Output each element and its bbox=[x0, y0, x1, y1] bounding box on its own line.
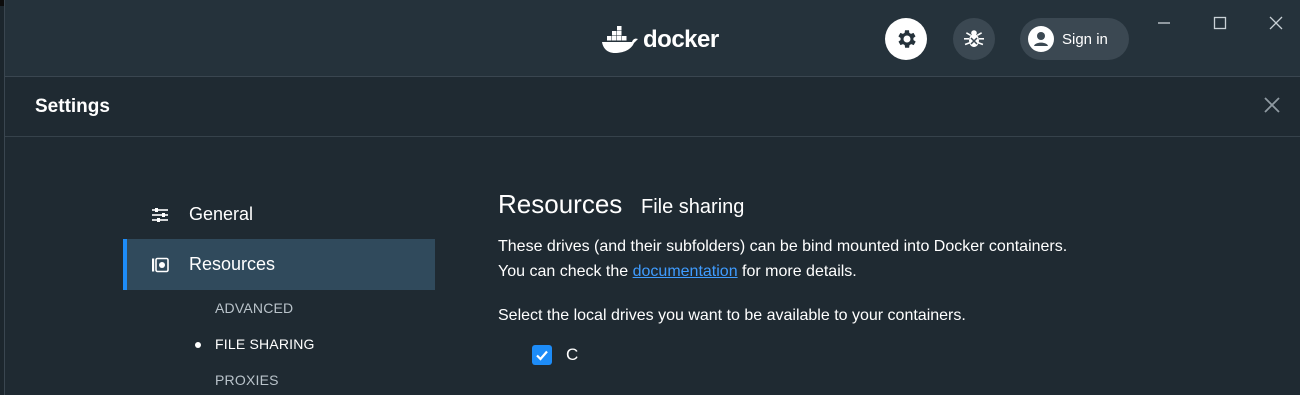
sliders-icon bbox=[152, 207, 168, 222]
drive-option-c: C bbox=[532, 345, 578, 365]
settings-close-button[interactable] bbox=[1261, 94, 1283, 116]
gear-icon bbox=[898, 30, 916, 48]
section-subheading: File sharing bbox=[641, 196, 745, 218]
description-after-link: for more details. bbox=[737, 263, 857, 280]
window-close-button[interactable] bbox=[1264, 12, 1288, 34]
documentation-link[interactable]: documentation bbox=[633, 263, 738, 280]
troubleshoot-button[interactable] bbox=[953, 18, 995, 60]
settings-button[interactable] bbox=[885, 18, 927, 60]
minimize-button[interactable] bbox=[1152, 12, 1176, 34]
drive-c-label: C bbox=[566, 345, 579, 364]
maximize-icon bbox=[1213, 16, 1227, 30]
sidebar-subitem-proxies[interactable]: PROXIES bbox=[215, 372, 279, 388]
sidebar-item-label: Resources bbox=[189, 254, 276, 274]
bug-icon bbox=[964, 30, 984, 47]
user-avatar-icon bbox=[1028, 26, 1054, 52]
minimize-icon bbox=[1158, 22, 1170, 24]
sidebar-item-resources[interactable]: Resources bbox=[123, 239, 435, 290]
selected-bullet-icon bbox=[195, 342, 201, 348]
resources-icon bbox=[152, 257, 169, 272]
docker-desktop-window: docker Sign in Settings General Resource… bbox=[4, 0, 1300, 395]
select-drives-prompt: Select the local drives you want to be a… bbox=[498, 307, 966, 324]
sign-in-button[interactable]: Sign in bbox=[1020, 18, 1129, 60]
sign-in-label: Sign in bbox=[1062, 30, 1108, 48]
sidebar-item-label: General bbox=[189, 204, 254, 224]
docker-wordmark: docker bbox=[643, 26, 719, 53]
close-icon bbox=[1264, 97, 1280, 113]
settings-header: Settings bbox=[5, 78, 1300, 137]
docker-whale-icon bbox=[602, 26, 638, 53]
checkmark-icon bbox=[536, 350, 548, 361]
sidebar-item-general[interactable]: General bbox=[123, 189, 435, 240]
sidebar-subitem-file-sharing[interactable]: FILE SHARING bbox=[215, 336, 315, 352]
maximize-button[interactable] bbox=[1208, 12, 1232, 34]
page-title: Settings bbox=[35, 96, 110, 117]
section-heading: Resources bbox=[498, 189, 623, 219]
docker-logo: docker bbox=[601, 24, 719, 56]
title-bar: docker Sign in bbox=[5, 0, 1300, 77]
description-text: These drives (and their subfolders) can … bbox=[498, 234, 1098, 284]
sidebar-subitem-advanced[interactable]: ADVANCED bbox=[215, 300, 293, 316]
close-icon bbox=[1269, 16, 1283, 30]
drive-c-checkbox[interactable] bbox=[532, 345, 552, 365]
